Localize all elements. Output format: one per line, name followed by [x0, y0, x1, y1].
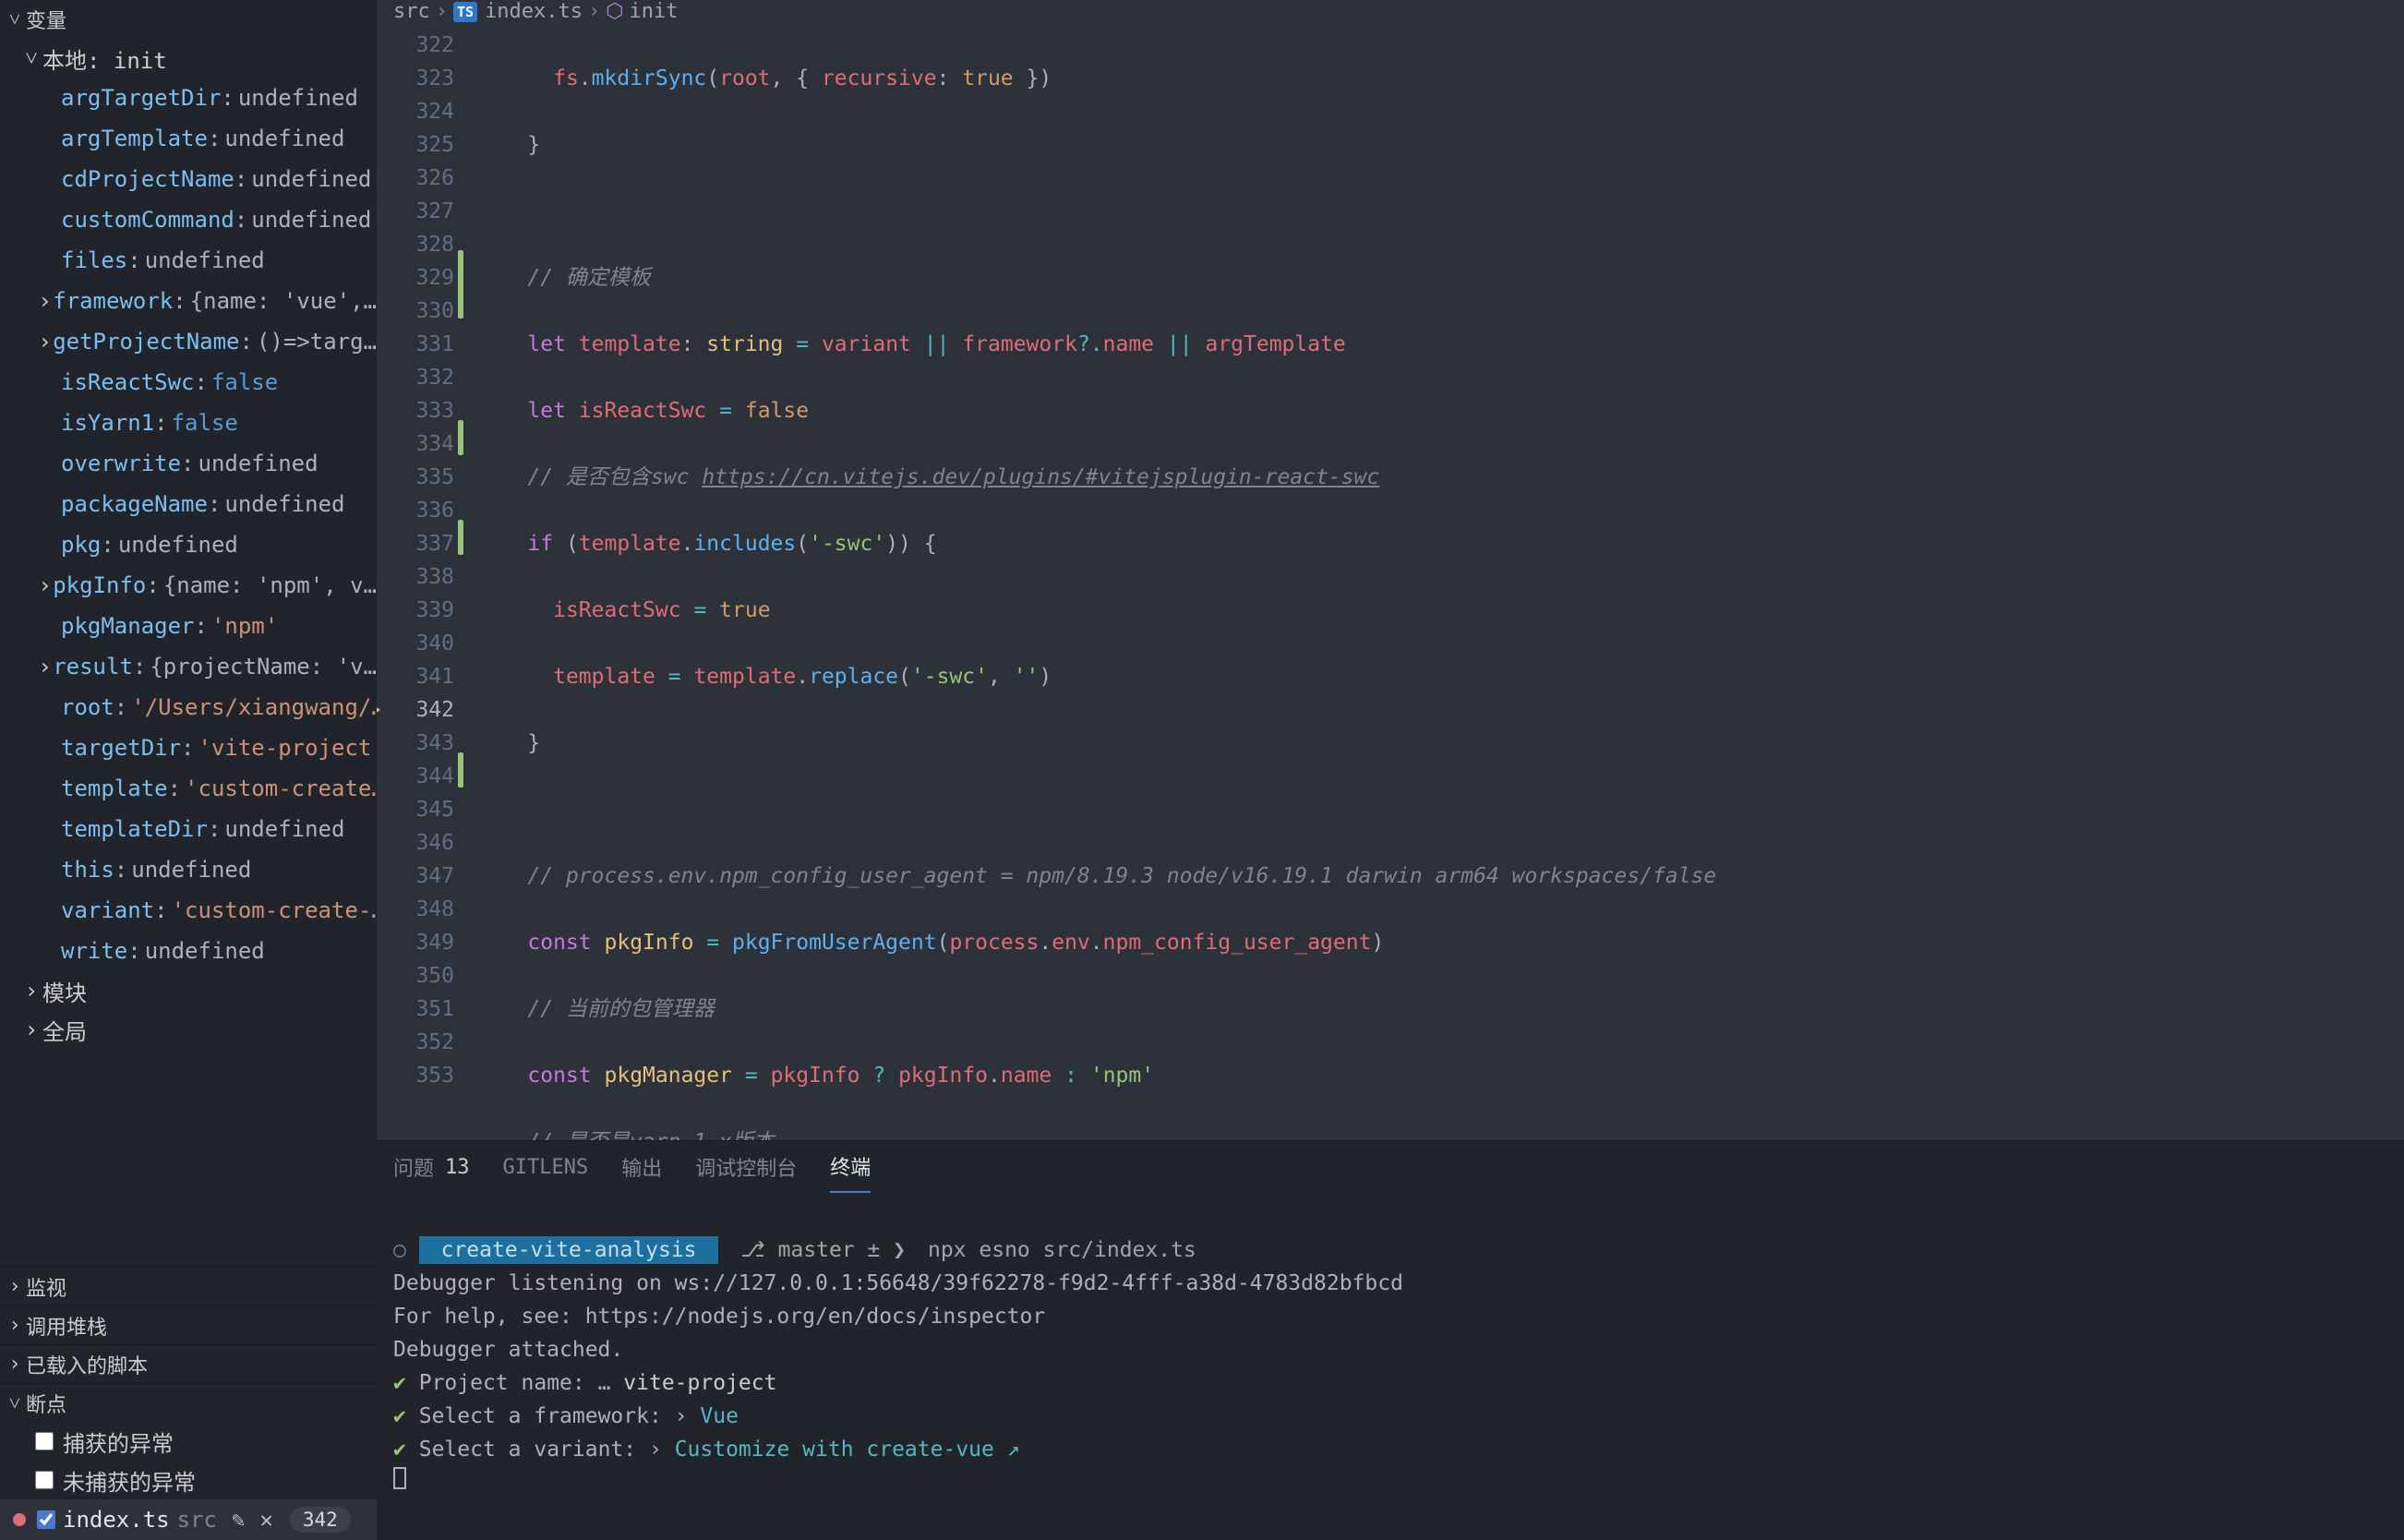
symbol-icon: ⬡: [606, 0, 623, 23]
section-variables[interactable]: ˅变量: [0, 0, 377, 39]
section-loaded-scripts[interactable]: ›已载入的脚本: [0, 1344, 377, 1383]
variable-getProjectName[interactable]: ›getProjectName: ()=>targ…: [0, 321, 377, 362]
bp-line-badge: 342: [290, 1507, 351, 1533]
panel-tabs: 问题13 GITLENS 输出 调试控制台 终端: [377, 1141, 2404, 1193]
terminal[interactable]: ○ create-vite-analysis ⎇ master ± ❯ npx …: [377, 1193, 2404, 1540]
variable-files[interactable]: files: undefined: [0, 240, 377, 281]
tab-terminal[interactable]: 终端: [830, 1141, 871, 1193]
tab-gitlens[interactable]: GITLENS: [503, 1141, 589, 1193]
bp-uncaught-checkbox[interactable]: [35, 1471, 54, 1489]
pencil-icon[interactable]: ✎: [232, 1507, 245, 1533]
bp-uncaught-exceptions[interactable]: 未捕获的异常: [0, 1461, 377, 1499]
variable-templateDir[interactable]: templateDir: undefined: [0, 809, 377, 849]
variable-this[interactable]: this: undefined: [0, 849, 377, 890]
line-gutter[interactable]: 3223233243253263273283293303313323333343…: [377, 23, 465, 1140]
variable-root[interactable]: root: '/Users/xiangwang/…: [0, 687, 377, 728]
tab-problems[interactable]: 问题13: [393, 1141, 470, 1193]
section-callstack[interactable]: ›调用堆栈: [0, 1305, 377, 1344]
code-content[interactable]: fs.mkdirSync(root, { recursive: true }) …: [465, 23, 2404, 1140]
bottom-panel: 问题13 GITLENS 输出 调试控制台 终端 ○ create-vite-a…: [377, 1140, 2404, 1540]
typescript-icon: TS: [453, 2, 477, 22]
variable-isYarn1[interactable]: isYarn1: false: [0, 403, 377, 443]
variable-pkgInfo[interactable]: ›pkgInfo: {name: 'npm', v…: [0, 565, 377, 606]
variable-overwrite[interactable]: overwrite: undefined: [0, 443, 377, 484]
breakpoint-dot-icon: [13, 1513, 26, 1526]
code-editor[interactable]: 3223233243253263273283293303313323333343…: [377, 23, 2404, 1140]
variable-variant[interactable]: variant: 'custom-create-…: [0, 890, 377, 931]
variable-cdProjectName[interactable]: cdProjectName: undefined: [0, 159, 377, 199]
bp-caught-checkbox[interactable]: [35, 1432, 54, 1450]
variable-pkg[interactable]: pkg: undefined: [0, 524, 377, 565]
main-area: src› TS index.ts› ⬡ init 322323324325326…: [377, 0, 2404, 1540]
variable-customCommand[interactable]: customCommand: undefined: [0, 199, 377, 240]
tab-debugconsole[interactable]: 调试控制台: [695, 1141, 797, 1193]
tab-output[interactable]: 输出: [621, 1141, 662, 1193]
variable-argTemplate[interactable]: argTemplate: undefined: [0, 118, 377, 159]
scope-local[interactable]: ˅本地: init: [0, 39, 377, 78]
breadcrumb[interactable]: src› TS index.ts› ⬡ init: [377, 0, 2404, 23]
section-watch[interactable]: ›监视: [0, 1267, 377, 1305]
scope-modules[interactable]: ›模块: [0, 971, 377, 1010]
variable-write[interactable]: write: undefined: [0, 931, 377, 971]
variable-result[interactable]: ›result: {projectName: 'v…: [0, 646, 377, 687]
bp-caught-exceptions[interactable]: 捕获的异常: [0, 1422, 377, 1461]
terminal-project: create-vite-analysis: [419, 1236, 719, 1264]
variable-template[interactable]: template: 'custom-create…: [0, 768, 377, 809]
bp-enabled-checkbox[interactable]: [37, 1510, 55, 1529]
variable-isReactSwc[interactable]: isReactSwc: false: [0, 362, 377, 403]
variable-packageName[interactable]: packageName: undefined: [0, 484, 377, 524]
variable-targetDir[interactable]: targetDir: 'vite-project': [0, 728, 377, 768]
variable-framework[interactable]: ›framework: {name: 'vue',…: [0, 281, 377, 321]
debug-sidebar: ˅变量 ˅本地: init argTargetDir: undefinedarg…: [0, 0, 377, 1540]
section-breakpoints[interactable]: ˅断点: [0, 1383, 377, 1422]
breakpoint-file-row[interactable]: index.ts src ✎ ✕ 342: [0, 1499, 377, 1540]
scope-global[interactable]: ›全局: [0, 1010, 377, 1049]
close-icon[interactable]: ✕: [259, 1507, 272, 1533]
terminal-cursor: [393, 1467, 406, 1489]
variable-pkgManager[interactable]: pkgManager: 'npm': [0, 606, 377, 646]
variable-argTargetDir[interactable]: argTargetDir: undefined: [0, 78, 377, 118]
